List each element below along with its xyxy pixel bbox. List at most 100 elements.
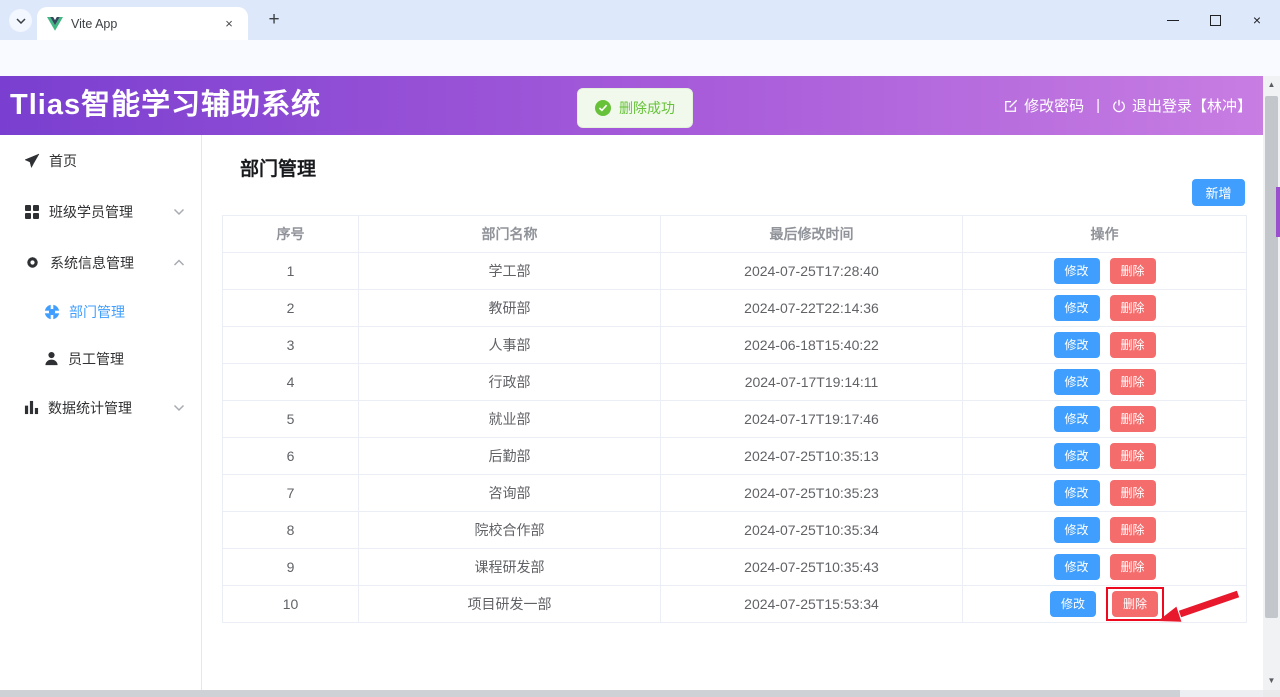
new-tab-button[interactable]: + <box>262 8 286 32</box>
gear-icon <box>24 254 41 271</box>
cell-index: 9 <box>223 549 359 586</box>
cell-modified-time: 2024-07-25T10:35:23 <box>661 475 963 512</box>
tab-search-button[interactable] <box>9 9 32 32</box>
delete-button[interactable]: 删除 <box>1110 406 1156 432</box>
edit-button[interactable]: 修改 <box>1054 480 1100 506</box>
cell-index: 4 <box>223 364 359 401</box>
delete-button[interactable]: 删除 <box>1110 258 1156 284</box>
cell-actions: 修改删除 <box>963 512 1247 549</box>
scroll-up-icon[interactable]: ▲ <box>1263 78 1280 92</box>
cell-index: 6 <box>223 438 359 475</box>
table-row: 1学工部2024-07-25T17:28:40修改删除 <box>223 253 1247 290</box>
edit-button[interactable]: 修改 <box>1054 443 1100 469</box>
edit-button[interactable]: 修改 <box>1054 554 1100 580</box>
browser-tab-strip: Vite App × + × <box>0 0 1280 40</box>
sidebar-item-system-info[interactable]: 系统信息管理 <box>0 237 201 288</box>
delete-button[interactable]: 删除 <box>1110 332 1156 358</box>
change-password-label: 修改密码 <box>1024 95 1084 116</box>
window-controls: × <box>1152 0 1278 40</box>
delete-button[interactable]: 删除 <box>1110 517 1156 543</box>
cell-dept-name: 咨询部 <box>359 475 661 512</box>
chevron-down-icon <box>173 208 185 216</box>
window-close-button[interactable]: × <box>1236 0 1278 40</box>
power-icon <box>1112 99 1126 113</box>
sidebar-item-data-stats[interactable]: 数据统计管理 <box>0 382 201 433</box>
sidebar-item-class-student[interactable]: 班级学员管理 <box>0 186 201 237</box>
horizontal-scrollbar-thumb[interactable] <box>0 690 1180 697</box>
table-row: 8院校合作部2024-07-25T10:35:34修改删除 <box>223 512 1247 549</box>
cell-actions: 修改删除 <box>963 327 1247 364</box>
cell-index: 10 <box>223 586 359 623</box>
main-content: 部门管理 新增 序号 部门名称 最后修改时间 操作 1学工部2024-07-25… <box>203 135 1263 690</box>
success-check-icon <box>595 100 611 116</box>
delete-button[interactable]: 删除 <box>1110 480 1156 506</box>
cell-dept-name: 行政部 <box>359 364 661 401</box>
scroll-down-icon[interactable]: ▼ <box>1263 674 1280 688</box>
edit-button[interactable]: 修改 <box>1054 332 1100 358</box>
cell-dept-name: 院校合作部 <box>359 512 661 549</box>
cell-actions: 修改删除 <box>963 586 1247 623</box>
cell-modified-time: 2024-07-17T19:14:11 <box>661 364 963 401</box>
edit-button[interactable]: 修改 <box>1054 295 1100 321</box>
delete-button[interactable]: 删除 <box>1110 295 1156 321</box>
cell-actions: 修改删除 <box>963 290 1247 327</box>
browser-tab[interactable]: Vite App × <box>37 7 248 40</box>
edit-button[interactable]: 修改 <box>1054 369 1100 395</box>
change-password-link[interactable]: 修改密码 <box>1004 95 1084 116</box>
logout-label: 退出登录【林冲】 <box>1132 95 1252 116</box>
edit-button[interactable]: 修改 <box>1054 517 1100 543</box>
window-maximize-button[interactable] <box>1194 0 1236 40</box>
cell-actions: 修改删除 <box>963 475 1247 512</box>
cell-modified-time: 2024-06-18T15:40:22 <box>661 327 963 364</box>
delete-button[interactable]: 删除 <box>1110 554 1156 580</box>
edit-button[interactable]: 修改 <box>1050 591 1096 617</box>
cell-index: 7 <box>223 475 359 512</box>
cell-dept-name: 后勤部 <box>359 438 661 475</box>
vertical-scrollbar-thumb[interactable] <box>1265 96 1278 618</box>
toast-message: 删除成功 <box>619 98 675 118</box>
cell-modified-time: 2024-07-25T10:35:34 <box>661 512 963 549</box>
table-body: 1学工部2024-07-25T17:28:40修改删除2教研部2024-07-2… <box>223 253 1247 623</box>
bar-chart-icon <box>24 400 39 415</box>
vue-logo-icon <box>47 17 63 31</box>
annotation-highlight-box: 删除 <box>1106 587 1164 621</box>
delete-button[interactable]: 删除 <box>1112 591 1158 617</box>
user-icon <box>44 351 59 366</box>
cell-actions: 修改删除 <box>963 253 1247 290</box>
cell-modified-time: 2024-07-25T15:53:34 <box>661 586 963 623</box>
department-table: 序号 部门名称 最后修改时间 操作 1学工部2024-07-25T17:28:4… <box>222 215 1247 623</box>
logout-link[interactable]: 退出登录【林冲】 <box>1112 95 1252 116</box>
horizontal-scrollbar[interactable] <box>0 690 1263 697</box>
header-modified-time: 最后修改时间 <box>661 216 963 253</box>
edit-button[interactable]: 修改 <box>1054 258 1100 284</box>
cell-index: 3 <box>223 327 359 364</box>
delete-button[interactable]: 删除 <box>1110 369 1156 395</box>
cell-dept-name: 项目研发一部 <box>359 586 661 623</box>
table-row: 10项目研发一部2024-07-25T15:53:34修改删除 <box>223 586 1247 623</box>
cell-actions: 修改删除 <box>963 549 1247 586</box>
chevron-up-icon <box>173 259 185 267</box>
tab-close-icon[interactable]: × <box>220 15 238 33</box>
success-toast: 删除成功 <box>577 88 693 128</box>
sidebar-item-home[interactable]: 首页 <box>0 135 201 186</box>
vertical-scrollbar[interactable]: ▲ ▼ <box>1263 76 1280 690</box>
cell-dept-name: 就业部 <box>359 401 661 438</box>
sidebar-item-dept-mgmt[interactable]: 部门管理 <box>0 288 201 335</box>
sidebar-item-emp-mgmt[interactable]: 员工管理 <box>0 335 201 382</box>
table-row: 4行政部2024-07-17T19:14:11修改删除 <box>223 364 1247 401</box>
cell-modified-time: 2024-07-22T22:14:36 <box>661 290 963 327</box>
header-actions: 操作 <box>963 216 1247 253</box>
table-row: 2教研部2024-07-22T22:14:36修改删除 <box>223 290 1247 327</box>
edit-button[interactable]: 修改 <box>1054 406 1100 432</box>
cell-modified-time: 2024-07-25T17:28:40 <box>661 253 963 290</box>
cell-index: 1 <box>223 253 359 290</box>
cell-dept-name: 教研部 <box>359 290 661 327</box>
add-button[interactable]: 新增 <box>1192 179 1245 206</box>
window-minimize-button[interactable] <box>1152 0 1194 40</box>
cell-modified-time: 2024-07-17T19:17:46 <box>661 401 963 438</box>
cell-actions: 修改删除 <box>963 364 1247 401</box>
sidebar-item-label: 系统信息管理 <box>50 253 134 273</box>
delete-button[interactable]: 删除 <box>1110 443 1156 469</box>
table-row: 7咨询部2024-07-25T10:35:23修改删除 <box>223 475 1247 512</box>
sidebar-item-label: 首页 <box>49 151 77 171</box>
